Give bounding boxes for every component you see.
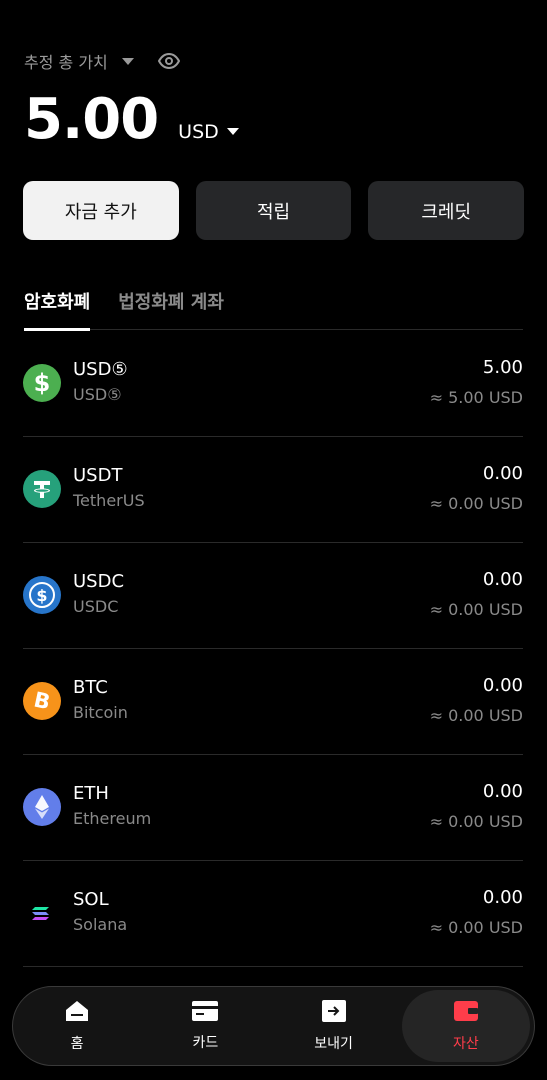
earn-button[interactable]: 적립 (195, 181, 352, 240)
nav-card[interactable]: 카드 (141, 987, 269, 1065)
asset-amount: 0.00 (482, 463, 523, 484)
asset-name: Solana (73, 915, 128, 934)
asset-name: Bitcoin (73, 703, 128, 722)
asset-amount: 0.00 (482, 887, 523, 908)
card-icon (191, 1000, 219, 1026)
usd-dollar-icon: $ (23, 364, 61, 402)
currency-label: USD (178, 121, 219, 143)
asset-row-usdt[interactable]: USDT TetherUS 0.00 ≈ 0.00 USD (23, 437, 523, 543)
nav-home[interactable]: 홈 (13, 987, 141, 1065)
action-buttons: 자금 추가 적립 크레딧 (23, 181, 525, 240)
nav-send[interactable]: 보내기 (270, 987, 398, 1065)
tab-fiat-accounts[interactable]: 법정화폐 계좌 (118, 288, 224, 330)
asset-list: $ USD⑤ USD⑤ 5.00 ≈ 5.00 USD USDT TetherU… (23, 331, 523, 967)
asset-amount: 0.00 (482, 675, 523, 696)
svg-text:$: $ (36, 586, 47, 605)
portfolio-header: 추정 총 가치 5.00 USD (24, 48, 523, 152)
asset-tabs: 암호화폐 법정화폐 계좌 (24, 288, 523, 331)
asset-symbol: ETH (73, 783, 109, 804)
asset-name: USDC (73, 597, 119, 616)
nav-send-label: 보내기 (314, 1036, 353, 1052)
credit-button[interactable]: 크레딧 (368, 181, 525, 240)
tab-crypto[interactable]: 암호화폐 (24, 288, 91, 331)
currency-selector[interactable]: USD (178, 121, 239, 143)
home-icon (64, 999, 90, 1027)
asset-symbol: USDC (73, 571, 125, 592)
nav-card-label: 카드 (192, 1035, 219, 1051)
asset-amount: 5.00 (482, 357, 523, 378)
svg-text:B: B (32, 688, 53, 715)
ethereum-icon (23, 788, 61, 826)
currency-caret-icon (226, 128, 239, 135)
value-label-row[interactable]: 추정 총 가치 (24, 48, 523, 74)
asset-amount: 0.00 (482, 569, 523, 590)
solana-icon (23, 894, 61, 932)
wallet-icon (453, 999, 479, 1027)
asset-name: USD⑤ (73, 385, 122, 404)
asset-row-btc[interactable]: B BTC Bitcoin 0.00 ≈ 0.00 USD (23, 649, 523, 755)
asset-amount: 0.00 (482, 781, 523, 802)
asset-row-eth[interactable]: ETH Ethereum 0.00 ≈ 0.00 USD (23, 755, 523, 861)
asset-symbol: USDT (73, 465, 123, 486)
asset-usd-value: ≈ 0.00 USD (429, 918, 523, 937)
estimated-value-label[interactable]: 추정 총 가치 (24, 49, 108, 73)
add-funds-button[interactable]: 자금 추가 (23, 181, 179, 240)
asset-name: Ethereum (73, 809, 152, 828)
asset-row-usds[interactable]: $ USD⑤ USD⑤ 5.00 ≈ 5.00 USD (23, 331, 523, 437)
svg-text:$: $ (34, 369, 51, 397)
value-dropdown-caret-icon[interactable] (121, 57, 134, 65)
asset-symbol: BTC (73, 677, 108, 698)
asset-usd-value: ≈ 5.00 USD (429, 388, 523, 407)
send-icon (321, 999, 347, 1027)
balance-row: 5.00 USD (24, 88, 523, 152)
asset-name: TetherUS (73, 491, 145, 510)
eye-icon[interactable] (157, 50, 180, 72)
bottom-nav: 홈 카드 보내기 자산 (12, 986, 535, 1066)
asset-usd-value: ≈ 0.00 USD (429, 706, 523, 725)
asset-symbol: USD⑤ (73, 359, 128, 380)
nav-home-label: 홈 (70, 1036, 84, 1052)
asset-usd-value: ≈ 0.00 USD (429, 600, 523, 619)
asset-row-usdc[interactable]: $ USDC USDC 0.00 ≈ 0.00 USD (23, 543, 523, 649)
usdc-icon: $ (23, 576, 61, 614)
asset-symbol: SOL (73, 889, 109, 910)
asset-row-sol[interactable]: SOL Solana 0.00 ≈ 0.00 USD (23, 861, 523, 967)
asset-usd-value: ≈ 0.00 USD (429, 494, 523, 513)
nav-assets[interactable]: 자산 (401, 990, 530, 1062)
asset-usd-value: ≈ 0.00 USD (429, 812, 523, 831)
nav-assets-label: 자산 (452, 1036, 479, 1052)
total-balance: 5.00 (24, 87, 159, 152)
bitcoin-icon: B (23, 682, 61, 720)
tether-icon (23, 470, 61, 508)
